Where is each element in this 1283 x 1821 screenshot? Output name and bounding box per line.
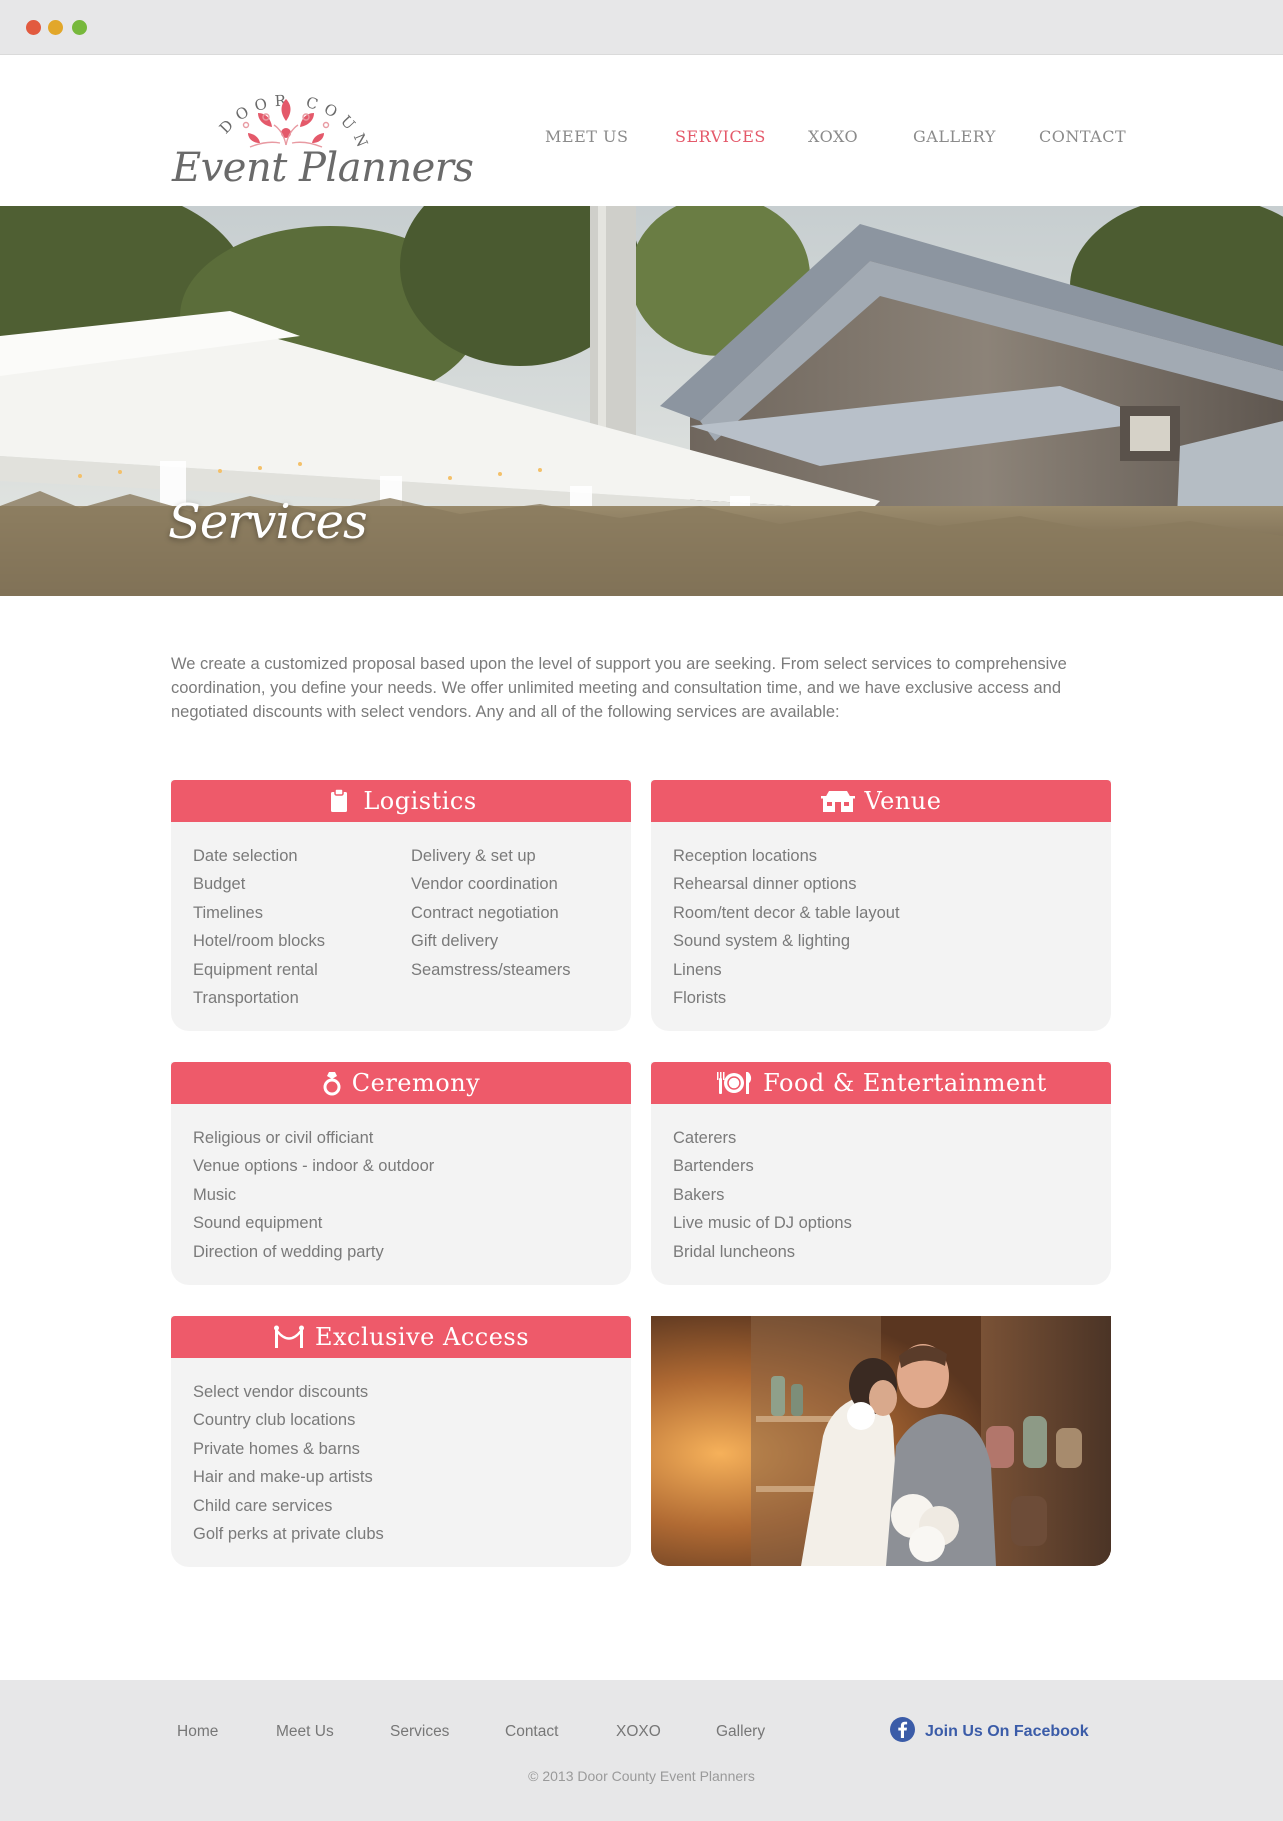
ceremony-title: Ceremony bbox=[351, 1069, 481, 1097]
ring-icon bbox=[322, 1070, 342, 1096]
ceremony-card: Ceremony Religious or civil officiant Ve… bbox=[171, 1062, 631, 1285]
list-item: Room/tent decor & table layout bbox=[673, 903, 900, 922]
footer-link-home[interactable]: Home bbox=[177, 1723, 218, 1741]
plate-cutlery-icon bbox=[715, 1070, 753, 1096]
venue-card: Venue Reception locations Rehearsal dinn… bbox=[651, 780, 1111, 1031]
ceremony-card-header: Ceremony bbox=[171, 1062, 631, 1104]
browser-chrome bbox=[0, 0, 1283, 55]
food-title: Food & Entertainment bbox=[763, 1069, 1047, 1097]
copyright-text: © 2013 Door County Event Planners bbox=[528, 1768, 755, 1784]
list-item: Budget bbox=[193, 875, 246, 894]
footer-link-xoxo[interactable]: XOXO bbox=[616, 1723, 661, 1741]
nav-meet-us[interactable]: MEET US bbox=[545, 127, 628, 146]
clipboard-icon bbox=[325, 788, 353, 814]
footer-link-gallery[interactable]: Gallery bbox=[716, 1723, 765, 1741]
logistics-card-header: Logistics bbox=[171, 780, 631, 822]
list-item: Direction of wedding party bbox=[193, 1242, 384, 1261]
list-item: Reception locations bbox=[673, 847, 818, 865]
minimize-window-button[interactable] bbox=[48, 20, 63, 35]
site-logo[interactable]: DOOR COUNTY Event Planners bbox=[170, 85, 474, 200]
close-window-button[interactable] bbox=[26, 20, 41, 35]
list-item: Hotel/room blocks bbox=[193, 932, 326, 951]
venue-card-header: Venue bbox=[651, 780, 1111, 822]
list-item: Bakers bbox=[673, 1185, 725, 1204]
exclusive-card-header: Exclusive Access bbox=[171, 1316, 631, 1358]
list-item: Linens bbox=[673, 960, 722, 979]
list-item: Delivery & set up bbox=[411, 847, 536, 865]
logo-wordmark: Event Planners bbox=[172, 145, 474, 191]
list-item: Gift delivery bbox=[411, 932, 499, 951]
list-item: Music bbox=[193, 1185, 237, 1204]
facebook-link[interactable]: Join Us On Facebook bbox=[925, 1723, 1089, 1741]
list-item: Transportation bbox=[193, 989, 299, 1008]
list-item: Bridal luncheons bbox=[673, 1242, 795, 1261]
list-item: Caterers bbox=[673, 1129, 737, 1147]
exclusive-access-card: Exclusive Access Select vendor discounts… bbox=[171, 1316, 631, 1567]
maximize-window-button[interactable] bbox=[72, 20, 87, 35]
exclusive-title: Exclusive Access bbox=[314, 1323, 530, 1351]
list-item: Private homes & barns bbox=[193, 1439, 360, 1458]
facebook-icon[interactable] bbox=[890, 1717, 915, 1742]
wedding-couple-photo bbox=[651, 1316, 1111, 1566]
list-item: Child care services bbox=[193, 1496, 333, 1515]
list-item: Country club locations bbox=[193, 1411, 356, 1430]
nav-contact[interactable]: CONTACT bbox=[1039, 127, 1126, 146]
footer-link-services[interactable]: Services bbox=[390, 1723, 449, 1741]
list-item: Florists bbox=[673, 989, 727, 1008]
list-item: Golf perks at private clubs bbox=[193, 1525, 384, 1544]
list-item: Sound equipment bbox=[193, 1214, 323, 1233]
list-item: Contract negotiation bbox=[411, 903, 559, 922]
food-entertainment-card: Food & Entertainment Caterers Bartenders… bbox=[651, 1062, 1111, 1285]
nav-gallery[interactable]: GALLERY bbox=[913, 127, 996, 146]
list-item: Sound system & lighting bbox=[673, 932, 851, 951]
list-item: Hair and make-up artists bbox=[193, 1468, 373, 1487]
footer-link-meet-us[interactable]: Meet Us bbox=[276, 1723, 334, 1741]
list-item: Equipment rental bbox=[193, 960, 318, 979]
list-item: Timelines bbox=[193, 903, 263, 922]
hero-banner: Services bbox=[0, 206, 1283, 596]
footer-link-contact[interactable]: Contact bbox=[505, 1723, 558, 1741]
list-item: Rehearsal dinner options bbox=[673, 875, 857, 894]
hero-title: Services bbox=[168, 494, 368, 550]
nav-services[interactable]: SERVICES bbox=[675, 127, 766, 146]
list-item: Bartenders bbox=[673, 1157, 754, 1176]
intro-paragraph: We create a customized proposal based up… bbox=[171, 655, 1067, 721]
food-card-header: Food & Entertainment bbox=[651, 1062, 1111, 1104]
list-item: Select vendor discounts bbox=[193, 1383, 369, 1401]
venue-title: Venue bbox=[864, 787, 942, 815]
logistics-card: Logistics Date selection Budget Timeline… bbox=[171, 780, 631, 1031]
nav-xoxo[interactable]: XOXO bbox=[808, 127, 858, 146]
site-footer bbox=[0, 1680, 1283, 1821]
list-item: Seamstress/steamers bbox=[411, 960, 571, 979]
list-item: Live music of DJ options bbox=[673, 1214, 852, 1233]
list-item: Vendor coordination bbox=[411, 875, 558, 894]
building-icon bbox=[820, 788, 855, 814]
site-header: DOOR COUNTY Event Planners bbox=[0, 55, 1283, 206]
list-item: Venue options - indoor & outdoor bbox=[193, 1157, 435, 1176]
list-item: Religious or civil officiant bbox=[193, 1129, 374, 1147]
logistics-title: Logistics bbox=[363, 787, 477, 815]
rope-barrier-icon bbox=[273, 1324, 305, 1350]
list-item: Date selection bbox=[193, 847, 298, 865]
